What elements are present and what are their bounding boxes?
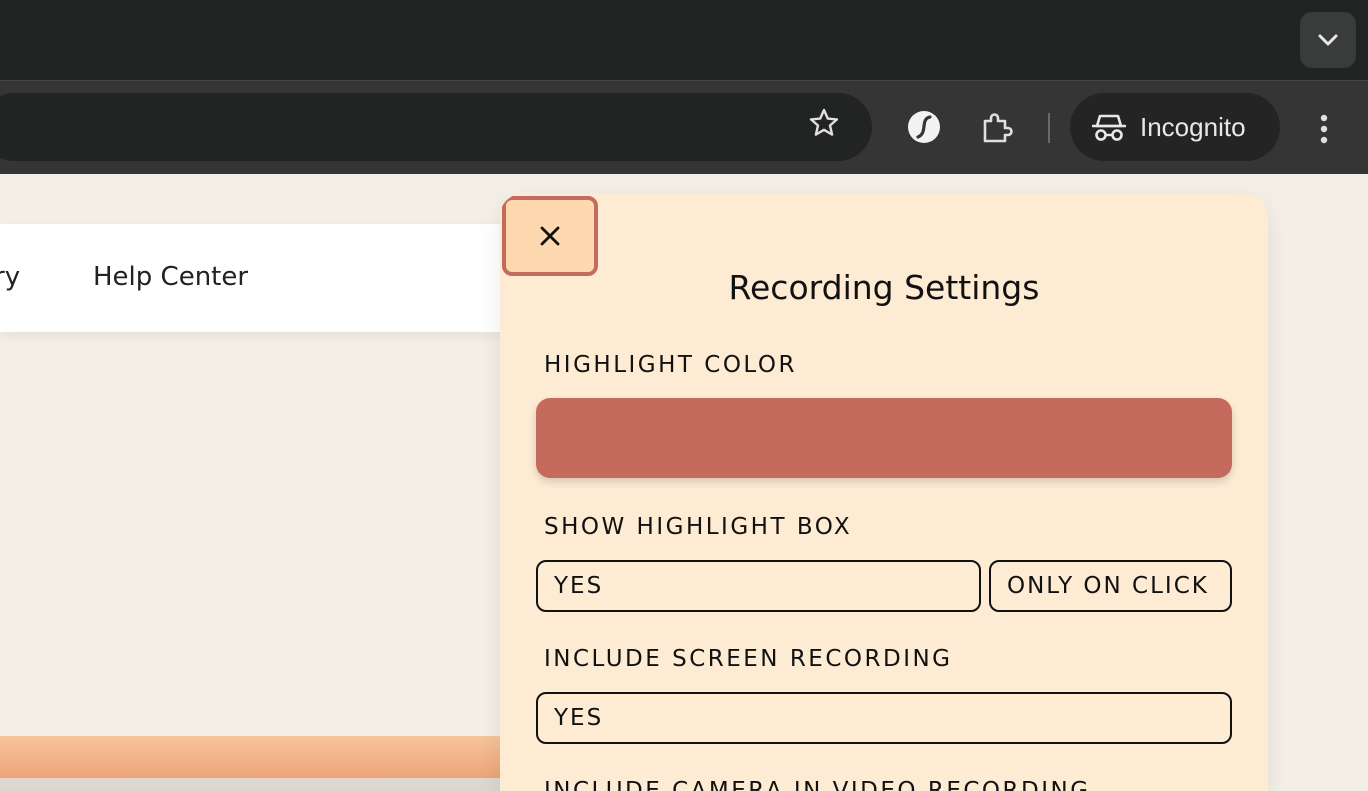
show-highlight-box-label: SHOW HIGHLIGHT BOX: [544, 514, 853, 540]
screen-recording-yes-option[interactable]: YES: [536, 692, 1232, 744]
bookmark-button[interactable]: [800, 99, 848, 147]
vertical-dots-icon: [1320, 114, 1328, 144]
panel-title: Recording Settings: [728, 268, 1040, 307]
chevron-down-icon: [1318, 34, 1338, 46]
incognito-label: Incognito: [1140, 111, 1246, 142]
incognito-indicator[interactable]: Incognito: [1070, 93, 1280, 161]
browser-toolbar: Incognito: [0, 80, 1368, 174]
close-button[interactable]: [502, 196, 598, 276]
address-bar[interactable]: [0, 93, 872, 161]
incognito-icon: [1092, 114, 1126, 141]
highlight-box-yes-option[interactable]: YES: [536, 560, 981, 612]
highlight-color-picker[interactable]: [536, 398, 1232, 478]
close-icon: [540, 226, 560, 246]
page-banner: [0, 736, 520, 778]
extensions-menu-button[interactable]: [973, 103, 1021, 151]
browser-tab-bar: [0, 0, 1368, 80]
include-screen-recording-label: INCLUDE SCREEN RECORDING: [544, 646, 953, 672]
browser-menu-button[interactable]: [1304, 105, 1344, 153]
nav-link-help-center[interactable]: Help Center: [93, 262, 248, 292]
tab-search-button[interactable]: [1300, 12, 1356, 68]
star-icon: [809, 108, 839, 136]
nav-link-partial[interactable]: ry: [0, 262, 20, 292]
coffee-bean-icon: [908, 111, 940, 143]
toolbar-divider: [1048, 113, 1050, 143]
site-navigation: ry Help Center: [0, 224, 520, 332]
extension-button[interactable]: [900, 103, 948, 151]
recording-settings-panel: Recording Settings HIGHLIGHT COLOR SHOW …: [500, 194, 1268, 791]
puzzle-icon: [983, 113, 1013, 143]
highlight-color-label: HIGHLIGHT COLOR: [544, 352, 798, 378]
highlight-box-only-on-click-option[interactable]: ONLY ON CLICK: [989, 560, 1232, 612]
include-camera-label: INCLUDE CAMERA IN VIDEO RECORDING: [544, 778, 1091, 791]
page-footer-strip: [0, 778, 520, 791]
